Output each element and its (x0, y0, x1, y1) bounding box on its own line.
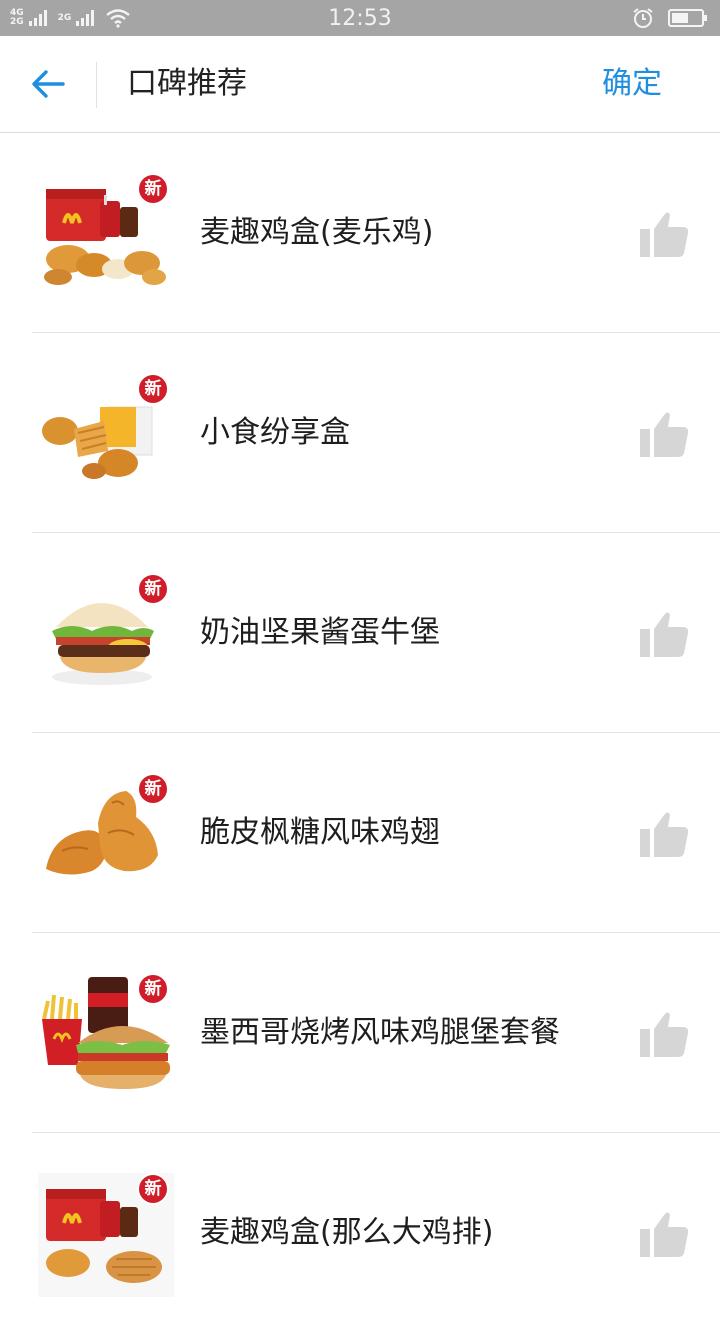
status-time: 12:53 (328, 6, 392, 31)
header-divider (96, 62, 97, 108)
new-badge: 新 (137, 1173, 169, 1205)
item-name: 麦趣鸡盒(麦乐鸡) (200, 215, 434, 250)
list-item[interactable]: 新 墨西哥烧烤风味鸡腿堡套餐 (0, 933, 720, 1133)
confirm-button[interactable]: 确定 (602, 64, 662, 104)
header: 口碑推荐 确定 (0, 36, 720, 133)
thumbs-up-icon[interactable] (638, 209, 690, 259)
page-title: 口碑推荐 (127, 66, 247, 101)
thumbs-up-icon[interactable] (638, 609, 690, 659)
item-name: 奶油坚果酱蛋牛堡 (200, 615, 440, 650)
item-name: 麦趣鸡盒(那么大鸡排) (200, 1215, 494, 1250)
list-item[interactable]: 新 小食纷享盒 (0, 333, 720, 533)
battery-icon (668, 9, 707, 27)
list-item[interactable]: 新 麦趣鸡盒(麦乐鸡) (0, 133, 720, 333)
new-badge: 新 (137, 773, 169, 805)
list-item[interactable]: 新 麦趣鸡盒(那么大鸡排) (0, 1133, 720, 1333)
alarm-icon (633, 8, 653, 28)
list-item[interactable]: 新 奶油坚果酱蛋牛堡 (0, 533, 720, 733)
back-button[interactable] (26, 64, 70, 104)
item-name: 脆皮枫糖风味鸡翅 (200, 815, 440, 850)
item-name: 墨西哥烧烤风味鸡腿堡套餐 (200, 1015, 560, 1050)
new-badge: 新 (137, 373, 169, 405)
status-bar: 4G 2G 2G 12:53 (0, 0, 720, 36)
item-name: 小食纷享盒 (200, 415, 350, 450)
status-right (632, 6, 708, 30)
list-item[interactable]: 新 脆皮枫糖风味鸡翅 (0, 733, 720, 933)
new-badge: 新 (137, 173, 169, 205)
recommend-list: 新 麦趣鸡盒(麦乐鸡) 新 小食纷享盒 新 奶油坚果酱蛋牛堡 新 脆皮枫糖风味鸡… (0, 133, 720, 1333)
thumbs-up-icon[interactable] (638, 409, 690, 459)
thumbs-up-icon[interactable] (638, 809, 690, 859)
new-badge: 新 (137, 573, 169, 605)
thumbs-up-icon[interactable] (638, 1209, 690, 1259)
back-arrow-icon (32, 70, 65, 98)
thumbs-up-icon[interactable] (638, 1009, 690, 1059)
new-badge: 新 (137, 973, 169, 1005)
